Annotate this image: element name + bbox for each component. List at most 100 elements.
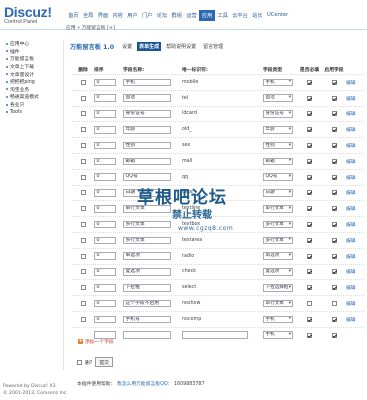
sidebar-item[interactable]: 应用中心 xyxy=(0,40,63,48)
sidebar-item[interactable]: 各业只 xyxy=(0,101,63,109)
topnav-item[interactable]: 运营 xyxy=(184,10,199,21)
required-checkbox[interactable] xyxy=(307,111,312,117)
field-type-select[interactable]: 单行文本 xyxy=(263,299,293,308)
topnav-item[interactable]: 用户 xyxy=(125,10,140,21)
enabled-checkbox[interactable] xyxy=(331,285,337,291)
sort-input[interactable]: 0 xyxy=(94,189,116,197)
row-delete-checkbox[interactable] xyxy=(80,143,86,149)
required-checkbox[interactable] xyxy=(307,301,312,307)
sidebar-item[interactable]: 畅通渠道模式 xyxy=(0,93,63,101)
edit-link[interactable]: 编辑 xyxy=(346,255,356,260)
sort-input[interactable]: 0 xyxy=(94,205,116,213)
topnav-item[interactable]: 首页 xyxy=(66,10,81,21)
row-delete-checkbox[interactable] xyxy=(80,253,86,259)
sort-input[interactable]: 0 xyxy=(94,94,116,102)
row-delete-checkbox[interactable] xyxy=(80,301,86,307)
field-name-input[interactable]: 多行文本 xyxy=(123,220,171,229)
required-checkbox[interactable] xyxy=(307,127,312,133)
row-delete-checkbox[interactable] xyxy=(80,316,86,322)
field-name-input[interactable]: 复选项 xyxy=(123,268,171,276)
field-type-select[interactable]: 单行文本 xyxy=(263,205,293,213)
field-name-input[interactable]: 邮箱 xyxy=(123,157,171,166)
enabled-checkbox[interactable] xyxy=(331,79,337,85)
edit-link[interactable]: 编辑 xyxy=(346,81,356,86)
sidebar-item[interactable]: 文章上下载 xyxy=(0,63,63,71)
sort-input[interactable]: 0 xyxy=(94,252,116,260)
edit-link[interactable]: 编辑 xyxy=(346,97,356,102)
enabled-checkbox[interactable] xyxy=(331,301,337,307)
required-checkbox[interactable] xyxy=(307,190,312,196)
required-checkbox[interactable] xyxy=(307,285,312,291)
required-checkbox[interactable] xyxy=(307,316,312,322)
discuz-logo[interactable]: Discuz! Control Panel xyxy=(4,4,52,25)
row-delete-checkbox[interactable] xyxy=(80,111,86,117)
field-type-select[interactable]: 邮箱 xyxy=(263,157,293,166)
sort-input[interactable]: 0 xyxy=(94,284,116,292)
field-name-input[interactable]: 固话 xyxy=(123,94,171,102)
edit-link[interactable]: 编辑 xyxy=(346,112,356,117)
sort-input[interactable]: 0 xyxy=(94,315,116,324)
plugin-tab[interactable]: 设置 xyxy=(120,42,134,51)
sort-input[interactable]: 0 xyxy=(94,299,116,308)
edit-link[interactable]: 编辑 xyxy=(346,144,356,149)
edit-link[interactable]: 编辑 xyxy=(346,286,356,291)
topnav-item[interactable]: 门户 xyxy=(140,10,155,21)
field-type-select[interactable]: 多行文本 xyxy=(263,236,293,245)
field-name-input[interactable]: 这个字段不启用 xyxy=(123,299,171,308)
row-delete-checkbox[interactable] xyxy=(80,222,86,228)
enabled-checkbox[interactable] xyxy=(331,237,337,243)
enabled-checkbox[interactable] xyxy=(331,143,337,149)
field-name-input[interactable]: 手机 xyxy=(123,78,171,87)
row-delete-checkbox[interactable] xyxy=(80,174,86,180)
enabled-checkbox[interactable] xyxy=(331,316,337,322)
field-id-input[interactable] xyxy=(182,331,248,339)
field-type-select[interactable]: 手机 xyxy=(263,78,293,87)
enabled-checkbox[interactable] xyxy=(331,269,337,275)
field-type-select[interactable]: QQ号 xyxy=(263,173,293,181)
enabled-checkbox[interactable] xyxy=(331,127,337,133)
sort-input[interactable]: 0 xyxy=(94,268,116,276)
field-name-input[interactable]: QQ号 xyxy=(123,173,171,181)
sidebar-item[interactable]: 万能留言板 xyxy=(0,55,63,63)
edit-link[interactable]: 编辑 xyxy=(346,128,356,133)
edit-link[interactable]: 编辑 xyxy=(346,191,356,196)
field-name-input[interactable]: 性别 xyxy=(123,141,171,150)
sidebar-item[interactable]: Tools xyxy=(0,108,63,116)
row-delete-checkbox[interactable] xyxy=(80,158,86,164)
required-checkbox[interactable] xyxy=(307,269,312,275)
field-type-select[interactable]: 复选项 xyxy=(263,268,293,276)
field-name-input[interactable]: 手机号 xyxy=(123,315,171,324)
field-type-select[interactable]: 手机 xyxy=(263,315,293,324)
row-delete-checkbox[interactable] xyxy=(80,79,86,85)
field-name-input[interactable]: 身份证号 xyxy=(123,110,171,118)
row-delete-checkbox[interactable] xyxy=(80,237,86,243)
sidebar-item[interactable]: 把把把ping xyxy=(0,78,63,86)
sort-input[interactable]: 0 xyxy=(94,220,116,229)
sort-input[interactable]: 0 xyxy=(94,157,116,166)
sort-input[interactable]: 0 xyxy=(94,110,116,118)
field-type-select[interactable]: 日期 xyxy=(263,189,293,197)
add-field-link[interactable]: 添加一个字段 xyxy=(78,338,114,345)
topnav-item[interactable]: 论坛 xyxy=(155,10,170,21)
field-name-input[interactable]: 多行文本 xyxy=(123,236,171,245)
field-type-select[interactable]: 固话 xyxy=(263,94,293,102)
plugin-tab[interactable]: 表单生成 xyxy=(137,42,162,51)
field-name-input[interactable]: 年龄 xyxy=(123,126,171,134)
topnav-item[interactable]: 界面 xyxy=(96,10,111,21)
sidebar-item[interactable]: 文章量设计 xyxy=(0,70,63,78)
row-delete-checkbox[interactable] xyxy=(80,190,86,196)
enabled-checkbox[interactable] xyxy=(331,190,337,196)
delete-all-checkbox[interactable] xyxy=(77,359,82,365)
required-checkbox[interactable] xyxy=(307,143,312,149)
enabled-checkbox[interactable] xyxy=(331,95,337,101)
required-checkbox[interactable] xyxy=(307,206,312,212)
edit-link[interactable]: 编辑 xyxy=(346,207,356,212)
enabled-checkbox[interactable] xyxy=(331,111,337,117)
enabled-checkbox[interactable] xyxy=(331,158,337,164)
plugin-tab[interactable]: 帮助说明设置 xyxy=(164,42,198,51)
edit-link[interactable]: 编辑 xyxy=(346,239,356,244)
plugin-tab[interactable]: 留言管理 xyxy=(201,42,225,51)
topnav-item[interactable]: 站长 xyxy=(250,10,265,21)
required-checkbox[interactable] xyxy=(307,158,312,164)
sort-input[interactable]: 0 xyxy=(94,173,116,181)
